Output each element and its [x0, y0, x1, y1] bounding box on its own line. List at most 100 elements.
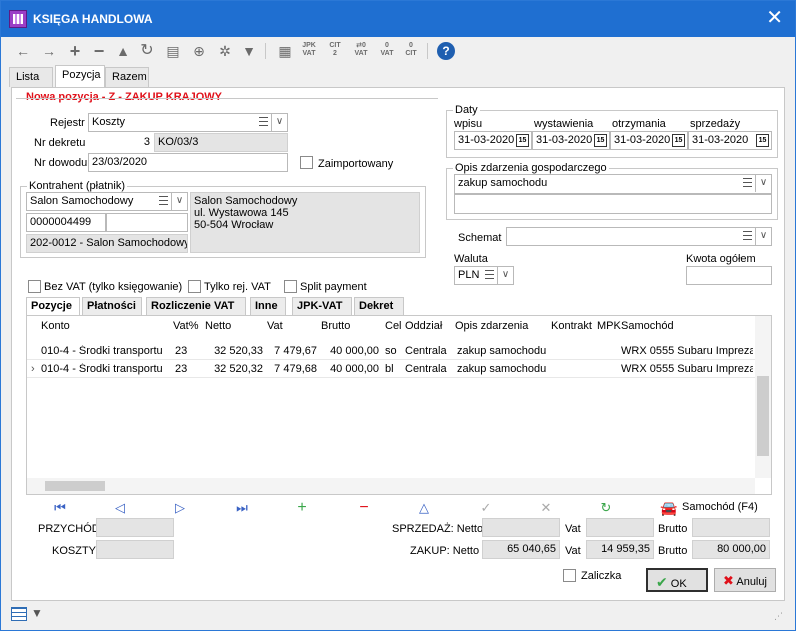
split-payment-checkbox[interactable]: [284, 280, 297, 293]
calendar-icon[interactable]: 15: [672, 134, 685, 147]
barcode-icon[interactable]: ▦: [275, 41, 295, 61]
refresh-icon[interactable]: ↻: [137, 41, 157, 61]
kontrahent-select[interactable]: Salon Samochodowy ∨: [26, 192, 188, 211]
split-payment-label: Split payment: [300, 281, 367, 293]
schemat-dropdown[interactable]: ∨: [741, 228, 771, 245]
cit2-icon[interactable]: CIT 2: [325, 42, 345, 62]
jpk-vat-icon[interactable]: JPK VAT: [299, 42, 319, 62]
table-row[interactable]: 010-4 - Środki transportu 23 32 520,33 7…: [27, 342, 755, 360]
filter-icon[interactable]: ▼: [239, 41, 259, 61]
opis-dropdown[interactable]: ∨: [741, 175, 771, 192]
cell-samochod: WRX 0555 Subaru Impreza: [621, 345, 753, 357]
koszty-value: [96, 540, 174, 559]
cell-samochod: WRX 0555 Subaru Impreza: [621, 363, 753, 375]
kontrahent-dropdown[interactable]: ∨: [157, 193, 187, 210]
filter-settings-icon[interactable]: ▼: [31, 606, 43, 620]
tab-lista[interactable]: Lista: [9, 67, 53, 87]
subtab-rozliczenie-vat[interactable]: Rozliczenie VAT: [146, 297, 246, 315]
subtab-jpk-vat[interactable]: JPK-VAT: [292, 297, 352, 315]
toolbar-separator: [265, 43, 266, 59]
anuluj-button[interactable]: ✖ Anuluj: [714, 568, 776, 592]
plus-icon[interactable]: +: [65, 41, 85, 61]
column-header-oddzial[interactable]: Oddział: [405, 320, 442, 332]
scroll-thumb[interactable]: [757, 376, 769, 456]
arrow-left-icon[interactable]: ←: [13, 41, 33, 61]
kwota-input[interactable]: [686, 266, 772, 285]
rejestr-dropdown[interactable]: ∨: [257, 114, 287, 131]
edit-row-icon[interactable]: △: [416, 500, 432, 516]
opis-extra-field[interactable]: [454, 194, 772, 214]
wpisu-date-input[interactable]: 31-03-2020 15: [454, 131, 532, 150]
sprzedazy-date-input[interactable]: 31-03-2020 15: [688, 131, 772, 150]
vertical-scrollbar[interactable]: [755, 316, 771, 478]
waluta-dropdown[interactable]: ∨: [483, 267, 513, 284]
column-header-opis[interactable]: Opis zdarzenia: [455, 320, 528, 332]
next-record-icon[interactable]: ▷: [172, 500, 188, 516]
confirm-icon[interactable]: ✓: [478, 500, 494, 516]
waluta-select[interactable]: PLN ∨: [454, 266, 514, 285]
print-icon[interactable]: ▤: [163, 41, 183, 61]
subtab-platnosci[interactable]: Płatności: [82, 297, 142, 315]
zaliczka-label: Zaliczka: [581, 570, 622, 582]
subtab-inne[interactable]: Inne: [250, 297, 286, 315]
zakup-vat-value: 14 959,35: [586, 540, 654, 559]
zaimportowany-checkbox[interactable]: [300, 156, 313, 169]
minus-icon[interactable]: −: [89, 41, 109, 61]
column-header-konto[interactable]: Konto: [41, 320, 70, 332]
help-icon[interactable]: ?: [437, 42, 455, 60]
bez-vat-checkbox[interactable]: [28, 280, 41, 293]
kontrahent-code[interactable]: 0000004499: [26, 213, 106, 232]
cit-icon[interactable]: 0 CIT: [401, 42, 421, 62]
column-header-samochod[interactable]: Samochód: [621, 320, 674, 332]
column-header-vat-percent[interactable]: Vat%: [173, 320, 198, 332]
subtab-dekret[interactable]: Dekret: [354, 297, 404, 315]
vat-icon[interactable]: 0 VAT: [377, 42, 397, 62]
delete-row-icon[interactable]: −: [356, 500, 372, 516]
calendar-icon[interactable]: 15: [756, 134, 769, 147]
calendar-icon[interactable]: 15: [594, 134, 607, 147]
schemat-select[interactable]: ∨: [506, 227, 772, 246]
zoom-icon[interactable]: ⊕: [189, 41, 209, 61]
column-header-mpk[interactable]: MPK: [597, 320, 621, 332]
column-header-cel[interactable]: Cel: [385, 320, 402, 332]
column-header-netto[interactable]: Netto: [205, 320, 231, 332]
opis-select[interactable]: zakup samochodu ∨: [454, 174, 772, 194]
last-record-icon[interactable]: ⏭: [234, 500, 250, 516]
kontrahent-extra-field[interactable]: [106, 213, 188, 232]
resize-grip-icon[interactable]: ⋰: [774, 611, 783, 622]
otrzymania-date-input[interactable]: 31-03-2020 15: [610, 131, 688, 150]
column-header-vat[interactable]: Vat: [267, 320, 283, 332]
samochod-button[interactable]: Samochód (F4): [682, 501, 758, 513]
refresh-grid-icon[interactable]: ↻: [598, 500, 614, 516]
window: KSIĘGA HANDLOWA ✕ ← → + − ▲ ↻ ▤ ⊕ ✲ ▼ ▦ …: [0, 0, 796, 631]
tylko-rej-vat-checkbox[interactable]: [188, 280, 201, 293]
table-icon[interactable]: [11, 607, 27, 621]
tab-razem[interactable]: Razem: [105, 67, 149, 87]
title-rule: [16, 98, 438, 99]
przychod-label: PRZYCHÓD: [38, 523, 100, 535]
nr-dowodu-input[interactable]: 23/03/2020: [88, 153, 288, 172]
wystawienia-date-input[interactable]: 31-03-2020 15: [532, 131, 610, 150]
column-header-kontrakt[interactable]: Kontrakt: [551, 320, 592, 332]
zaliczka-checkbox[interactable]: [563, 569, 576, 582]
close-icon[interactable]: ✕: [766, 7, 783, 29]
triangle-icon[interactable]: ▲: [113, 41, 133, 61]
import-vat-icon[interactable]: ⇄0 VAT: [351, 42, 371, 62]
add-row-icon[interactable]: +: [294, 500, 310, 516]
calendar-icon[interactable]: 15: [516, 134, 529, 147]
subtab-pozycje[interactable]: Pozycje: [26, 297, 80, 315]
scroll-thumb[interactable]: [45, 481, 105, 491]
rejestr-select[interactable]: Koszty ∨: [88, 113, 288, 132]
previous-record-icon[interactable]: ◁: [112, 500, 128, 516]
nr-dekretu-symbol: KO/03/3: [154, 133, 288, 152]
horizontal-scrollbar[interactable]: [27, 478, 755, 494]
settings-icon[interactable]: ✲: [215, 41, 235, 61]
column-header-brutto[interactable]: Brutto: [321, 320, 350, 332]
first-record-icon[interactable]: ⏮: [52, 500, 68, 516]
ok-button[interactable]: ✔ OK: [646, 568, 708, 592]
car-icon[interactable]: 🚘: [660, 500, 677, 516]
cancel-edit-icon[interactable]: ✕: [538, 500, 554, 516]
arrow-right-icon[interactable]: →: [39, 41, 59, 61]
table-row[interactable]: › 010-4 - Środki transportu 23 32 520,32…: [27, 360, 755, 378]
tab-pozycja[interactable]: Pozycja: [55, 65, 105, 87]
